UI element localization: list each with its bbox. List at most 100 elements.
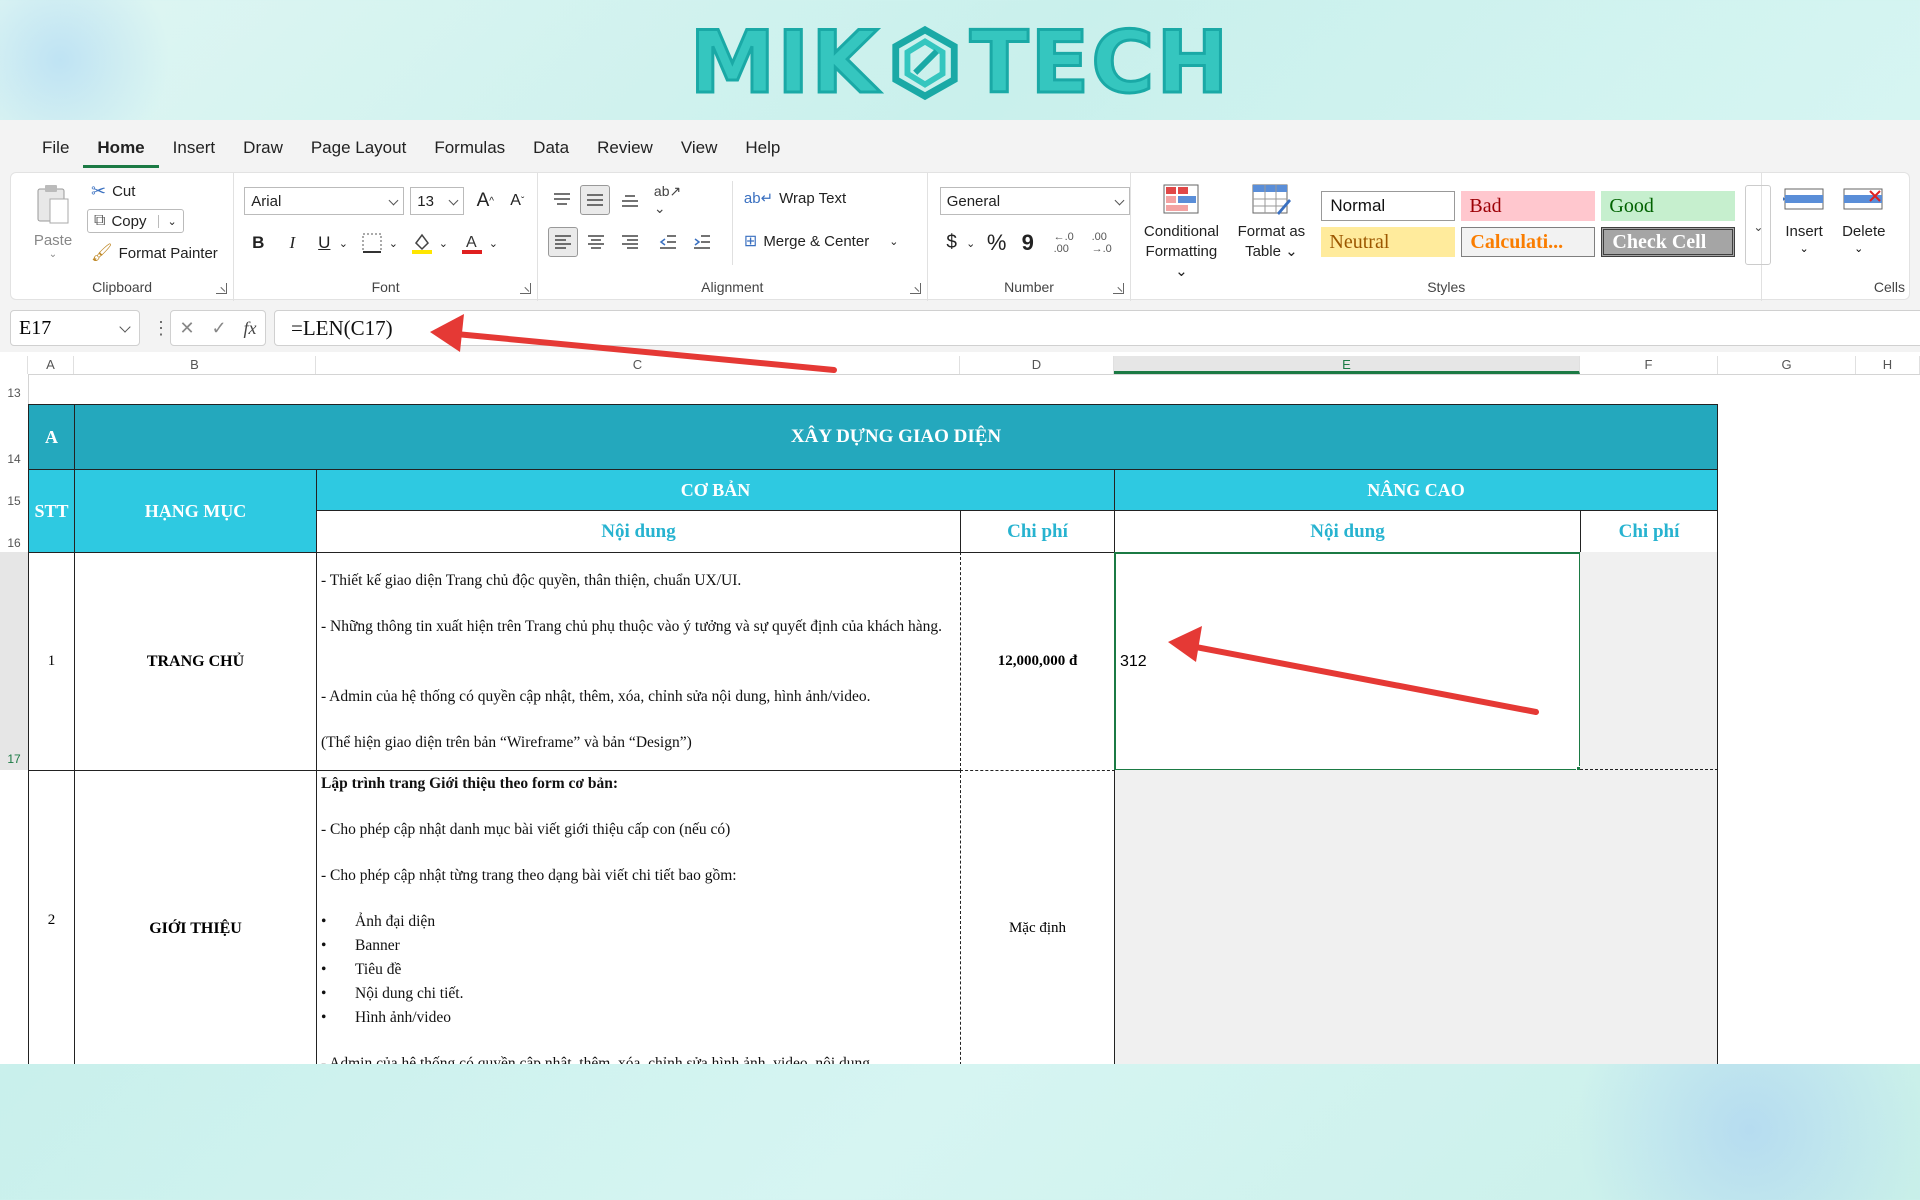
orientation-icon[interactable]: ab↗ ⌄: [654, 183, 694, 216]
menu-file[interactable]: File: [28, 120, 83, 168]
menu-help[interactable]: Help: [731, 120, 794, 168]
co-ban-chi-phi-header[interactable]: Chi phí: [960, 510, 1115, 553]
number-launcher-icon[interactable]: [1113, 283, 1125, 294]
style-good[interactable]: Good: [1601, 191, 1736, 221]
align-bottom-icon[interactable]: [616, 185, 644, 215]
style-bad[interactable]: Bad: [1461, 191, 1596, 221]
delete-cells-button[interactable]: Delete ⌄: [1842, 183, 1902, 255]
menu-review[interactable]: Review: [583, 120, 667, 168]
align-left-icon[interactable]: [547, 227, 578, 257]
font-color-button[interactable]: A: [458, 229, 486, 257]
merge-center-button[interactable]: ⊞ Merge & Center ⌄: [744, 231, 899, 251]
align-center-icon[interactable]: [582, 227, 610, 257]
style-calculation[interactable]: Calculati...: [1461, 227, 1596, 257]
alignment-launcher-icon[interactable]: [909, 283, 921, 294]
row2-stt-cell[interactable]: 2: [28, 770, 75, 1064]
column-header-b[interactable]: B: [74, 356, 316, 374]
increase-font-icon[interactable]: A ^: [472, 187, 498, 215]
conditional-formatting-button[interactable]: Conditional Formatting ⌄: [1137, 183, 1225, 282]
cancel-icon[interactable]: ✕: [179, 318, 194, 339]
underline-dropdown-icon[interactable]: ⌄: [336, 229, 350, 257]
comma-style-icon[interactable]: 9: [1016, 229, 1040, 257]
row-header-13[interactable]: 13: [0, 374, 28, 404]
align-top-icon[interactable]: [548, 185, 576, 215]
menu-insert[interactable]: Insert: [159, 120, 230, 168]
nang-cao-chi-phi-header[interactable]: Chi phí: [1580, 510, 1718, 553]
menu-data[interactable]: Data: [519, 120, 583, 168]
number-format-select[interactable]: General: [939, 187, 1130, 215]
section-code-cell[interactable]: A: [28, 404, 75, 470]
borders-dropdown-icon[interactable]: ⌄: [386, 229, 400, 257]
row2-price-cell[interactable]: Mặc định: [960, 770, 1115, 1064]
name-box[interactable]: E17: [10, 310, 140, 346]
percent-icon[interactable]: %: [984, 229, 1010, 257]
style-neutral[interactable]: Neutral: [1321, 227, 1456, 257]
merge-dropdown-icon[interactable]: ⌄: [889, 235, 898, 248]
column-header-g[interactable]: G: [1718, 356, 1856, 374]
column-header-e[interactable]: E: [1114, 356, 1580, 374]
menu-formulas[interactable]: Formulas: [420, 120, 519, 168]
row-header-14[interactable]: 14: [0, 404, 28, 470]
style-check-cell[interactable]: Check Cell: [1601, 227, 1736, 257]
clipboard-launcher-icon[interactable]: [216, 283, 228, 294]
column-header-f[interactable]: F: [1580, 356, 1718, 374]
menu-draw[interactable]: Draw: [229, 120, 297, 168]
row-header-18[interactable]: [0, 770, 28, 1064]
row-header-16[interactable]: 16: [0, 510, 28, 552]
menu-page-layout[interactable]: Page Layout: [297, 120, 420, 168]
font-launcher-icon[interactable]: [519, 283, 531, 294]
stt-header-cell[interactable]: STT: [28, 469, 75, 553]
copy-dropdown-icon[interactable]: ⌄: [158, 214, 177, 228]
nang-cao-noi-dung-header[interactable]: Nội dung: [1114, 510, 1581, 553]
nang-cao-header-cell[interactable]: NÂNG CAO: [1114, 469, 1718, 511]
enter-icon[interactable]: ✓: [212, 318, 227, 339]
insert-cells-button[interactable]: Insert ⌄: [1774, 183, 1834, 255]
row1-stt-cell[interactable]: 1: [28, 552, 75, 771]
name-box-dropdown-icon[interactable]: [119, 321, 131, 333]
menu-home[interactable]: Home: [83, 120, 159, 168]
increase-decimal-icon[interactable]: ←.0.00: [1048, 229, 1080, 257]
row2-advanced-price-cell[interactable]: [1580, 770, 1718, 1064]
paste-button[interactable]: Paste ⌄: [31, 183, 75, 260]
row1-content-cell[interactable]: - Thiết kế giao diện Trang chủ độc quyền…: [316, 552, 961, 771]
underline-button[interactable]: U: [312, 229, 336, 257]
row1-price-cell[interactable]: 12,000,000 đ: [960, 552, 1115, 771]
increase-indent-icon[interactable]: [688, 227, 716, 257]
format-as-table-button[interactable]: Format as Table ⌄: [1231, 183, 1311, 262]
row2-advanced-content-cell[interactable]: [1114, 770, 1581, 1064]
align-right-icon[interactable]: [616, 227, 644, 257]
cut-button[interactable]: ✂ Cut: [91, 181, 135, 202]
currency-dropdown-icon[interactable]: ⌄: [964, 229, 978, 257]
hang-muc-header-cell[interactable]: HẠNG MỤC: [74, 469, 317, 553]
fill-dropdown-icon[interactable]: ⌄: [436, 229, 450, 257]
row1-name-cell[interactable]: TRANG CHỦ: [74, 552, 317, 771]
column-header-d[interactable]: D: [960, 356, 1114, 374]
row-header-17[interactable]: 17: [0, 552, 28, 770]
font-size-select[interactable]: 13: [410, 187, 465, 215]
align-middle-icon[interactable]: [579, 185, 610, 215]
font-family-select[interactable]: Arial: [244, 187, 405, 215]
row-header-15[interactable]: 15: [0, 470, 28, 510]
currency-icon[interactable]: $: [940, 229, 964, 257]
decrease-font-icon[interactable]: Aˇ: [504, 187, 530, 215]
row2-content-cell[interactable]: Lập trình trang Giới thiệu theo form cơ …: [316, 770, 961, 1064]
row1-advanced-price-cell[interactable]: [1580, 552, 1718, 770]
bold-button[interactable]: B: [246, 229, 270, 257]
select-all-corner[interactable]: [0, 356, 28, 374]
style-normal[interactable]: Normal: [1321, 191, 1456, 221]
copy-button[interactable]: ⧉ Copy ⌄: [87, 209, 184, 233]
more-options-icon[interactable]: ⋮: [152, 318, 170, 339]
co-ban-noi-dung-header[interactable]: Nội dung: [316, 510, 961, 553]
italic-button[interactable]: I: [280, 229, 304, 257]
menu-view[interactable]: View: [667, 120, 732, 168]
wrap-text-button[interactable]: ab↵ Wrap Text: [744, 189, 846, 208]
column-header-a[interactable]: A: [28, 356, 74, 374]
column-header-h[interactable]: H: [1856, 356, 1920, 374]
borders-button[interactable]: [358, 229, 386, 257]
section-title-cell[interactable]: XÂY DỰNG GIAO DIỆN: [74, 404, 1718, 470]
co-ban-header-cell[interactable]: CƠ BẢN: [316, 469, 1115, 511]
fill-color-button[interactable]: [408, 229, 436, 257]
font-color-dropdown-icon[interactable]: ⌄: [486, 229, 500, 257]
insert-function-icon[interactable]: fx: [244, 318, 257, 339]
decrease-decimal-icon[interactable]: .00 →.0: [1086, 229, 1118, 257]
